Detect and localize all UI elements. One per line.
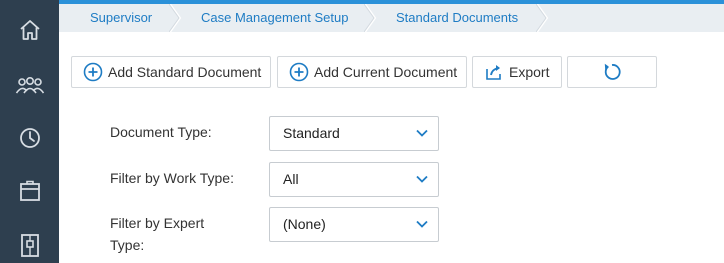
breadcrumb-supervisor[interactable]: Supervisor <box>90 4 152 32</box>
sidebar-item-home[interactable] <box>0 4 59 56</box>
sidebar <box>0 0 59 263</box>
refresh-button[interactable] <box>567 56 657 88</box>
add-standard-document-button[interactable]: Add Standard Document <box>71 56 271 88</box>
chevron-down-icon <box>416 175 428 183</box>
document-type-select[interactable]: Standard <box>269 116 439 151</box>
breadcrumb-separator <box>169 4 182 32</box>
work-type-select[interactable]: All <box>269 162 439 197</box>
expert-type-label: Filter by Expert Type: <box>110 212 204 256</box>
document-type-value: Standard <box>283 125 340 141</box>
breadcrumb-separator <box>536 4 549 32</box>
breadcrumb: Supervisor Case Management Setup Standar… <box>59 4 724 32</box>
sidebar-item-documents[interactable] <box>0 219 59 263</box>
home-icon <box>19 20 40 40</box>
breadcrumb-standard-documents[interactable]: Standard Documents <box>396 4 518 32</box>
export-icon <box>486 65 501 80</box>
expert-type-value: (None) <box>283 216 326 232</box>
add-current-document-label: Add Current Document <box>314 64 458 80</box>
sidebar-item-dashboard[interactable] <box>0 112 59 164</box>
work-type-value: All <box>283 171 299 187</box>
users-icon <box>15 76 44 94</box>
breadcrumb-case-management-setup[interactable]: Case Management Setup <box>201 4 348 32</box>
work-type-label: Filter by Work Type: <box>110 170 234 186</box>
breadcrumb-separator <box>364 4 377 32</box>
expert-type-label-line1: Filter by Expert <box>110 215 205 231</box>
expert-type-select[interactable]: (None) <box>269 207 439 242</box>
archive-box-icon <box>19 180 40 201</box>
export-button[interactable]: Export <box>472 56 562 88</box>
export-label: Export <box>509 64 550 80</box>
chevron-down-icon <box>416 129 428 137</box>
document-panel-icon <box>20 234 39 257</box>
sidebar-item-users[interactable] <box>0 59 59 111</box>
chevron-down-icon <box>416 220 428 228</box>
sidebar-item-archive[interactable] <box>0 165 59 217</box>
refresh-icon <box>604 63 621 80</box>
add-circle-icon <box>289 62 309 82</box>
dashboard-gauge-icon <box>19 128 40 148</box>
add-current-document-button[interactable]: Add Current Document <box>277 56 467 88</box>
expert-type-label-line2: Type: <box>110 237 145 253</box>
add-circle-icon <box>83 62 103 82</box>
add-standard-document-label: Add Standard Document <box>108 64 262 80</box>
document-type-label: Document Type: <box>110 124 212 140</box>
